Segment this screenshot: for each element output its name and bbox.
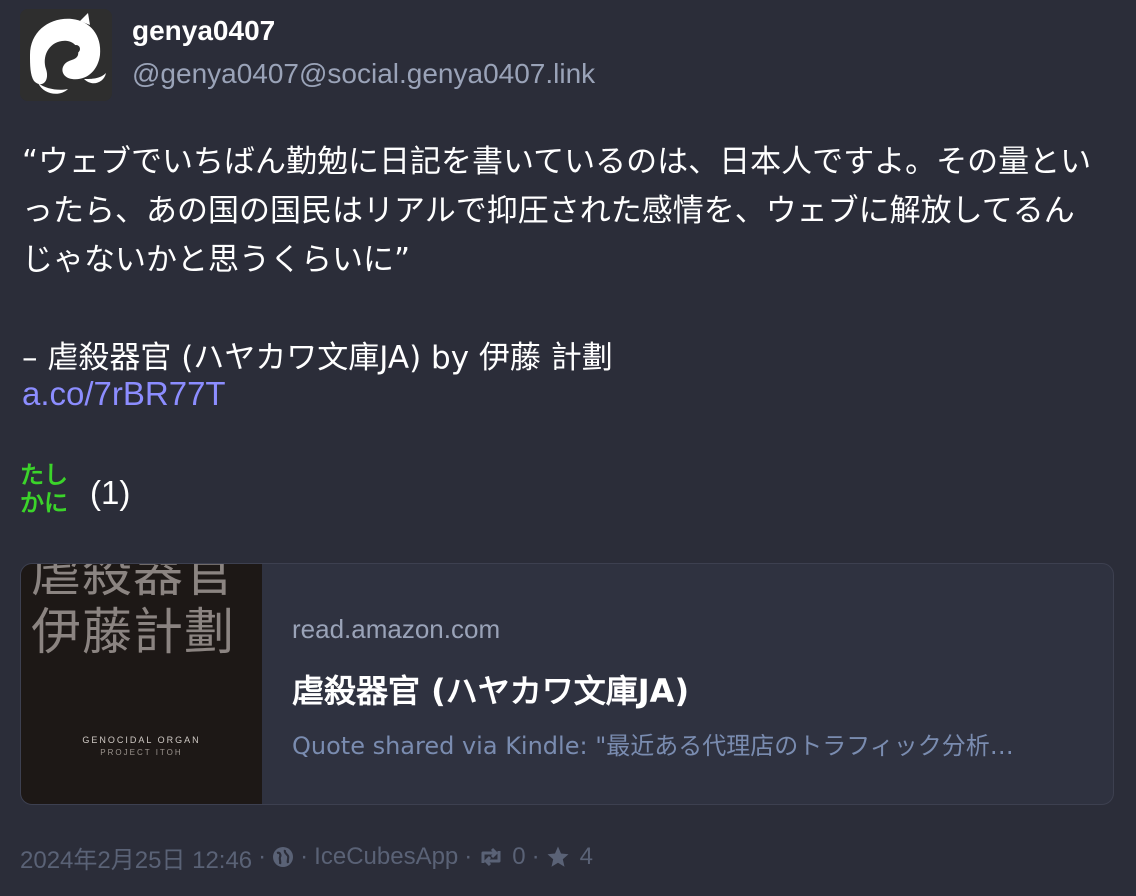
cover-english-author: PROJECT ITOH <box>100 748 183 757</box>
avatar[interactable] <box>20 9 112 101</box>
card-title: 虐殺器官 (ハヤカワ文庫JA) <box>292 672 690 710</box>
separator: · <box>258 843 267 870</box>
card-cover-image: 虐殺器官 伊藤計劃 GENOCIDAL ORGAN PROJECT ITOH <box>21 564 262 804</box>
post-footer: 2024年2月25日 12:46 · · IceCubesApp · 0 · 4 <box>20 840 593 874</box>
timestamp[interactable]: 2024年2月25日 12:46 <box>20 840 252 875</box>
custom-emoji-line-2: かに <box>20 489 68 517</box>
card-domain: read.amazon.com <box>292 614 501 644</box>
post-link[interactable]: a.co/7rBR77T <box>22 375 226 413</box>
boost-count: 0 <box>512 843 526 870</box>
separator: · <box>300 843 309 870</box>
separator: · <box>531 843 540 870</box>
separator: · <box>464 843 473 870</box>
author-display-name[interactable]: genya0407 <box>132 15 275 47</box>
star-icon[interactable] <box>546 845 570 869</box>
reaction-button[interactable]: たし かに (1) <box>20 461 130 517</box>
globe-icon <box>272 846 294 868</box>
cover-author: 伊藤計劃 <box>31 603 235 661</box>
favorite-count: 4 <box>579 843 593 870</box>
app-name[interactable]: IceCubesApp <box>314 843 458 871</box>
reaction-count: (1) <box>90 474 131 511</box>
card-description: Quote shared via Kindle: "最近ある代理店のトラフィック… <box>292 732 1014 760</box>
link-preview-card[interactable]: 虐殺器官 伊藤計劃 GENOCIDAL ORGAN PROJECT ITOH r… <box>20 563 1114 805</box>
cover-english-title: GENOCIDAL ORGAN <box>82 735 201 745</box>
avatar-image <box>20 9 112 101</box>
boost-icon[interactable] <box>478 846 504 868</box>
custom-emoji-line-1: たし <box>20 461 68 489</box>
custom-emoji: たし かに <box>20 461 82 517</box>
post-text: “ウェブでいちばん勤勉に日記を書いているのは、日本人ですよ。その量といったら、あ… <box>22 144 1092 376</box>
author-handle[interactable]: @genya0407@social.genya0407.link <box>132 58 595 90</box>
